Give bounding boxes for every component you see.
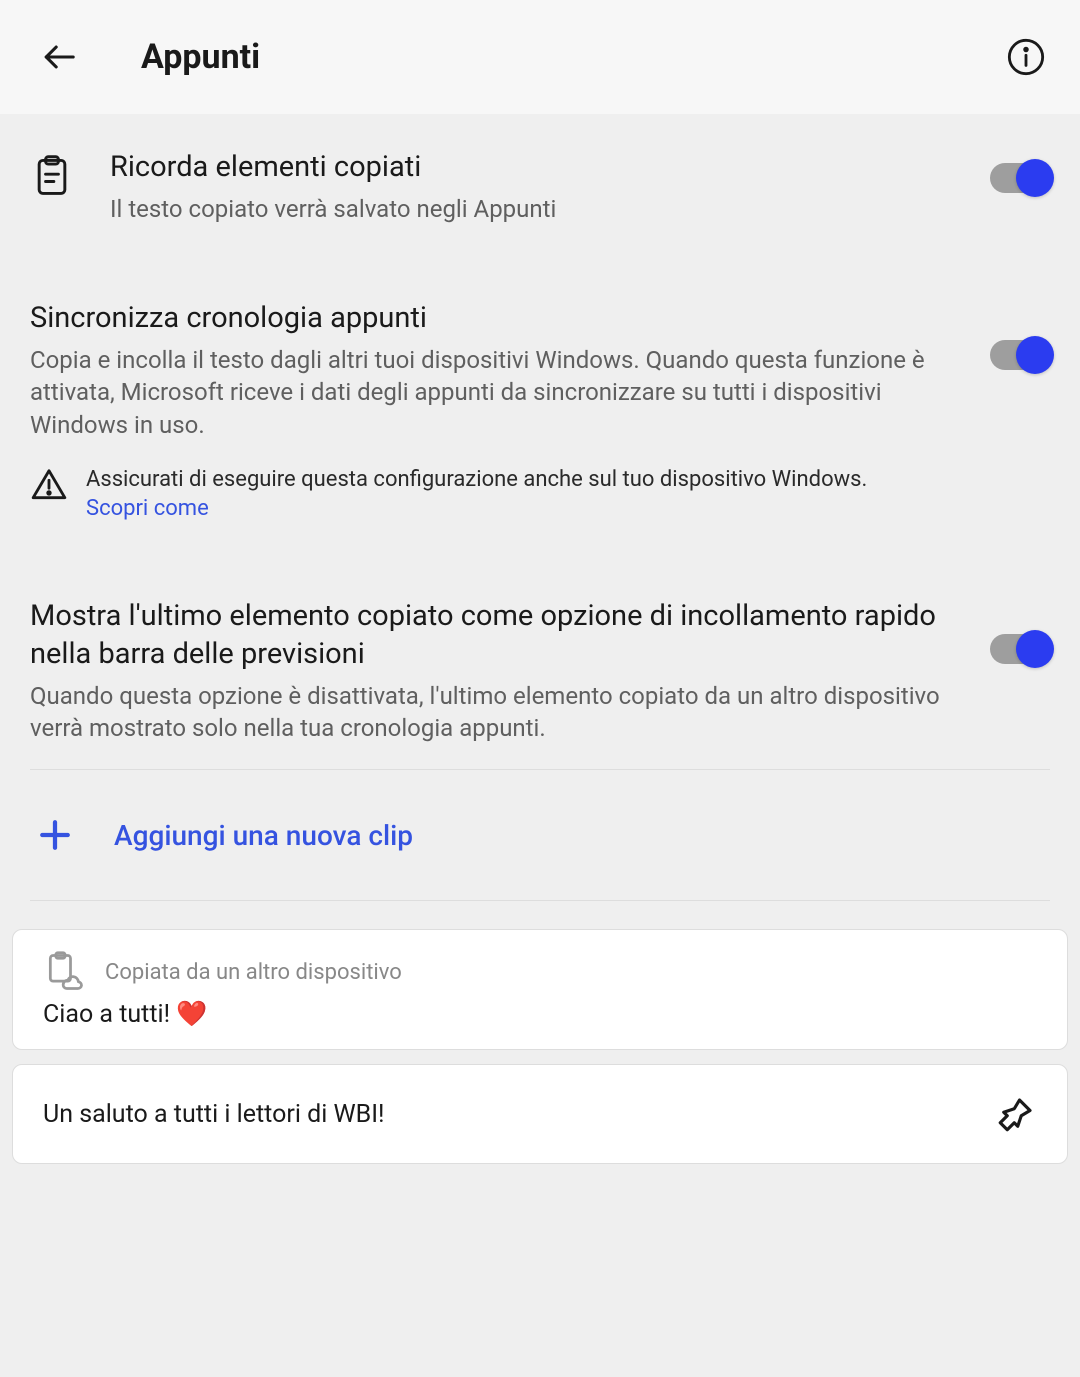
setting-description: Copia e incolla il testo dagli altri tuo… <box>30 344 970 441</box>
clip-item[interactable]: Un saluto a tutti i lettori di WBI! <box>12 1064 1068 1164</box>
setting-text: Ricorda elementi copiati Il testo copiat… <box>110 149 990 225</box>
warning-text: Assicurati di eseguire questa configuraz… <box>86 466 867 523</box>
arrow-left-icon <box>42 40 76 74</box>
setting-text: Mostra l'ultimo elemento copiato come op… <box>30 598 990 744</box>
toggle-knob <box>1016 159 1054 197</box>
warning-triangle-icon <box>30 466 68 504</box>
content-area: Ricorda elementi copiati Il testo copiat… <box>0 114 1080 1164</box>
learn-how-link[interactable]: Scopri come <box>86 496 209 521</box>
clip-text: Ciao a tutti! ❤️ <box>43 1000 1037 1029</box>
sync-warning: Assicurati di eseguire questa configuraz… <box>0 466 1080 553</box>
pin-icon[interactable] <box>995 1093 1037 1135</box>
clip-text: Un saluto a tutti i lettori di WBI! <box>43 1100 995 1129</box>
clip-content: Un saluto a tutti i lettori di WBI! <box>43 1100 995 1129</box>
clipboard-cloud-icon <box>43 950 87 994</box>
toggle-sync-history[interactable] <box>990 340 1050 370</box>
setting-text: Sincronizza cronologia appunti Copia e i… <box>30 300 990 441</box>
setting-remember-copied: Ricorda elementi copiati Il testo copiat… <box>0 114 1080 255</box>
setting-title: Ricorda elementi copiati <box>110 149 970 187</box>
setting-show-last-copied: Mostra l'ultimo elemento copiato come op… <box>0 553 1080 769</box>
info-icon <box>1006 37 1046 77</box>
add-new-clip-button[interactable]: Aggiungi una nuova clip <box>0 770 1080 900</box>
toggle-knob <box>1016 630 1054 668</box>
warning-message: Assicurati di eseguire questa configuraz… <box>86 467 867 492</box>
clipboard-icon <box>30 154 74 198</box>
setting-title: Mostra l'ultimo elemento copiato come op… <box>30 598 970 673</box>
setting-title: Sincronizza cronologia appunti <box>30 300 970 338</box>
clip-content: Copiata da un altro dispositivo Ciao a t… <box>43 950 1037 1029</box>
add-clip-label: Aggiungi una nuova clip <box>114 819 413 852</box>
toggle-remember-copied[interactable] <box>990 163 1050 193</box>
toggle-show-last-copied[interactable] <box>990 634 1050 664</box>
page-header: Appunti <box>0 0 1080 114</box>
plus-icon <box>38 818 72 852</box>
page-title: Appunti <box>141 37 1002 77</box>
info-button[interactable] <box>1002 33 1050 81</box>
clip-origin-label: Copiata da un altro dispositivo <box>105 960 402 985</box>
divider <box>30 900 1050 901</box>
back-button[interactable] <box>35 33 83 81</box>
setting-sync-history: Sincronizza cronologia appunti Copia e i… <box>0 255 1080 466</box>
toggle-knob <box>1016 336 1054 374</box>
setting-description: Il testo copiato verrà salvato negli App… <box>110 193 970 225</box>
setting-description: Quando questa opzione è disattivata, l'u… <box>30 680 970 745</box>
clip-item[interactable]: Copiata da un altro dispositivo Ciao a t… <box>12 929 1068 1050</box>
